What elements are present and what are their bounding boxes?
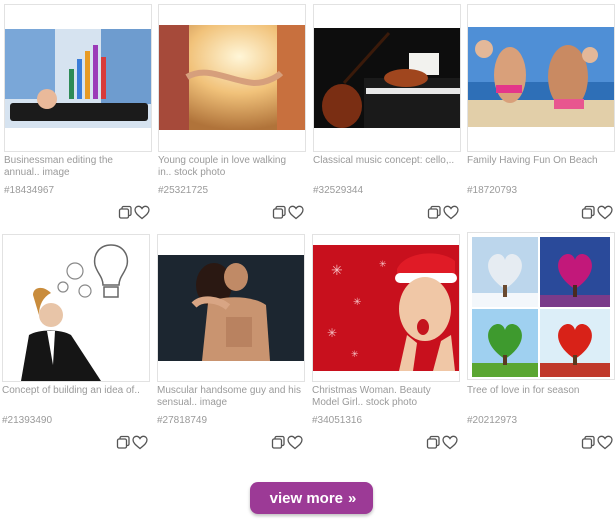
result-id: #18720793 <box>467 185 518 196</box>
result-caption: Concept of building an idea of.. <box>2 385 140 396</box>
result-caption: Classical music concept: cello,.. <box>313 155 455 166</box>
result-caption: Businessman editing the annual.. image <box>4 155 113 178</box>
lightbox-icon[interactable] <box>272 205 287 220</box>
result-actions <box>271 435 303 450</box>
result-actions <box>272 205 304 220</box>
heart-icon[interactable] <box>288 205 304 220</box>
lightbox-icon[interactable] <box>426 435 441 450</box>
result-caption: Tree of love in for season <box>467 385 580 396</box>
lightbox-icon[interactable] <box>271 435 286 450</box>
result-id: #21393490 <box>2 415 53 426</box>
result-actions <box>581 205 613 220</box>
result-id: #20212973 <box>467 415 518 426</box>
heart-icon[interactable] <box>442 435 458 450</box>
heart-icon[interactable] <box>132 435 148 450</box>
thumbnail-muscular-couple[interactable] <box>157 234 305 382</box>
svg-text:✳: ✳ <box>379 259 387 269</box>
thumbnail-couple[interactable] <box>158 4 306 152</box>
svg-text:✳: ✳ <box>327 326 337 340</box>
thumbnail-businessman[interactable] <box>4 4 152 152</box>
result-id: #25321725 <box>158 185 209 196</box>
result-id: #34051316 <box>312 415 363 426</box>
beach-family-image <box>468 27 614 127</box>
tree-of-love-image <box>468 235 614 379</box>
lightbox-icon[interactable] <box>427 205 442 220</box>
businessman-image <box>5 29 151 128</box>
thumbnail-cello-piano[interactable] <box>313 4 461 152</box>
heart-icon[interactable] <box>287 435 303 450</box>
svg-text:✳: ✳ <box>331 262 343 278</box>
svg-text:✳: ✳ <box>353 297 361 308</box>
result-actions <box>118 205 150 220</box>
lightbox-icon[interactable] <box>118 205 133 220</box>
idea-concept-image <box>3 235 149 381</box>
heart-icon[interactable] <box>443 205 459 220</box>
lightbox-icon[interactable] <box>581 435 596 450</box>
result-caption: Christmas Woman. Beauty Model Girl.. sto… <box>312 385 431 408</box>
couple-image <box>159 25 305 130</box>
cello-piano-image <box>314 28 460 128</box>
result-actions <box>581 435 613 450</box>
result-actions <box>426 435 458 450</box>
svg-text:✳: ✳ <box>351 349 359 359</box>
lightbox-icon[interactable] <box>581 205 596 220</box>
result-caption: Young couple in love walking in.. stock … <box>158 155 287 178</box>
christmas-woman-image: ✳ ✳ ✳ ✳ ✳ <box>313 245 459 371</box>
thumbnail-idea-concept[interactable] <box>2 234 150 382</box>
double-chevron-right-icon: » <box>348 489 357 507</box>
muscular-couple-image <box>158 255 304 361</box>
result-id: #32529344 <box>313 185 364 196</box>
thumbnail-tree-of-love[interactable] <box>467 232 615 380</box>
lightbox-icon[interactable] <box>116 435 131 450</box>
result-actions <box>427 205 459 220</box>
view-more-button[interactable]: view more » <box>250 482 373 514</box>
thumbnail-christmas-woman[interactable]: ✳ ✳ ✳ ✳ ✳ <box>312 234 460 382</box>
heart-icon[interactable] <box>597 435 613 450</box>
heart-icon[interactable] <box>134 205 150 220</box>
result-caption: Family Having Fun On Beach <box>467 155 598 166</box>
heart-icon[interactable] <box>597 205 613 220</box>
thumbnail-beach-family[interactable] <box>467 4 615 152</box>
result-id: #27818749 <box>157 415 208 426</box>
result-id: #18434967 <box>4 185 55 196</box>
result-actions <box>116 435 148 450</box>
view-more-label: view more <box>269 489 344 507</box>
result-caption: Muscular handsome guy and his sensual.. … <box>157 385 301 408</box>
